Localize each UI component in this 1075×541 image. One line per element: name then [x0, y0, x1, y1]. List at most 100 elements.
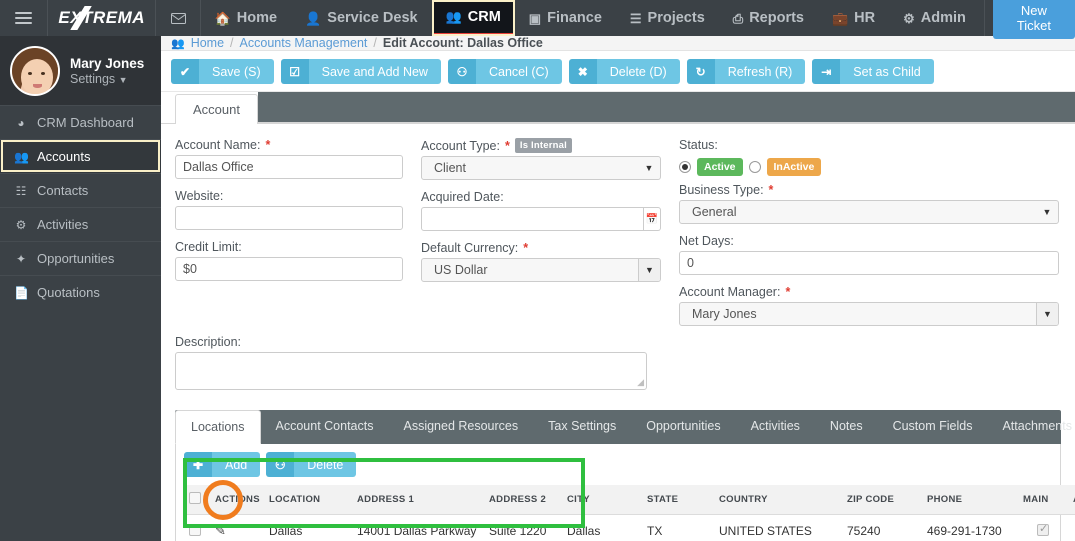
nav-item-admin[interactable]: ⚙ Admin — [889, 0, 980, 36]
headset-icon: 👤 — [305, 10, 322, 26]
nav-item-service-desk[interactable]: 👤 Service Desk — [291, 0, 431, 36]
tab-tax-settings[interactable]: Tax Settings — [533, 410, 631, 444]
sidebar-item-crm-dashboard[interactable]: ◕ CRM Dashboard — [0, 105, 161, 139]
users-icon: 👥 — [171, 37, 185, 50]
hamburger-menu-icon[interactable] — [0, 0, 48, 36]
business-type-label: Business Type: * — [679, 183, 1059, 197]
sidebar-item-opportunities[interactable]: ✦ Opportunities — [0, 241, 161, 275]
net-days-input[interactable]: 0 — [679, 251, 1059, 275]
status-label: Status: — [679, 138, 718, 152]
cancel-button[interactable]: ⚇ Cancel (C) — [447, 59, 562, 84]
default-currency-label: Default Currency: * — [421, 241, 661, 255]
breadcrumb: 👥 Home / Accounts Management / Edit Acco… — [161, 36, 1075, 51]
tab-opportunities[interactable]: Opportunities — [631, 410, 735, 444]
add-location-button[interactable]: ✚ Add — [184, 452, 261, 477]
resize-grip-icon[interactable]: ◢ — [637, 377, 644, 388]
envelope-icon[interactable] — [156, 0, 201, 36]
account-manager-select[interactable]: Mary Jones ▼ — [679, 302, 1059, 326]
breadcrumb-separator: / — [230, 36, 234, 50]
locations-panel: ✚ Add ⚇ Delete ACTIONS LOCATION ADDRESS … — [175, 444, 1075, 541]
save-and-add-new-button[interactable]: ☑ Save and Add New — [280, 59, 441, 84]
tab-assigned-resources[interactable]: Assigned Resources — [388, 410, 533, 444]
arrow-in-box-icon: ⇥ — [812, 59, 841, 84]
acquired-date-input[interactable] — [421, 207, 645, 231]
nav-item-projects[interactable]: ☰ Projects — [616, 0, 719, 36]
main-checkbox[interactable] — [1037, 522, 1049, 536]
calendar-icon[interactable]: 📅 — [644, 207, 661, 231]
tab-custom-fields[interactable]: Custom Fields — [878, 410, 988, 444]
locations-table: ACTIONS LOCATION ADDRESS 1 ADDRESS 2 CIT… — [184, 485, 1075, 541]
sidebar-item-crm-dashboard-label: CRM Dashboard — [37, 115, 134, 130]
tab-account-contacts[interactable]: Account Contacts — [261, 410, 389, 444]
is-internal-badge: Is Internal — [514, 138, 572, 153]
default-currency-select[interactable]: US Dollar ▼ — [421, 258, 661, 282]
delete-button-label: Delete (D) — [596, 59, 680, 84]
sidebar-item-accounts[interactable]: 👥 Accounts — [0, 139, 161, 173]
status-active-radio[interactable] — [679, 161, 691, 173]
column-main: MAIN — [1018, 485, 1068, 515]
column-country: COUNTRY — [714, 485, 842, 515]
required-marker: * — [523, 241, 529, 255]
cell-state: TX — [642, 514, 714, 541]
column-city: CITY — [562, 485, 642, 515]
select-all-checkbox[interactable] — [189, 492, 201, 504]
breadcrumb-home-link[interactable]: Home — [191, 36, 224, 50]
briefcase-icon: 💼 — [831, 10, 849, 26]
delete-button[interactable]: ✖ Delete (D) — [568, 59, 680, 84]
form-column-left: Account Name: * Dallas Office Website: Cr… — [175, 138, 403, 326]
sidebar-item-activities[interactable]: ⚙ Activities — [0, 207, 161, 241]
nav-item-hr[interactable]: 💼 HR — [818, 0, 889, 36]
description-label: Description: — [175, 335, 241, 349]
account-type-value: Client — [434, 161, 466, 175]
account-name-input[interactable]: Dallas Office — [175, 155, 403, 179]
sidebar-item-activities-label: Activities — [37, 217, 89, 232]
avatar — [10, 45, 60, 96]
nav-item-crm[interactable]: 👥 CRM — [431, 0, 515, 36]
main-content: 👥 Home / Accounts Management / Edit Acco… — [161, 36, 1075, 541]
body-container: Mary Jones Settings ▼ ◕ CRM Dashboard 👥 … — [0, 36, 1075, 541]
account-type-select[interactable]: Client ▼ — [421, 156, 661, 180]
tab-attachments[interactable]: Attachments 0 — [987, 410, 1075, 444]
nav-item-home[interactable]: 🏠 Home — [201, 0, 291, 36]
business-type-select[interactable]: General ▼ — [679, 200, 1059, 224]
activities-icon: ⚙ — [15, 217, 27, 232]
dashboard-icon: ◕ — [17, 115, 25, 130]
delete-location-button-label: Delete — [294, 452, 357, 477]
required-marker: * — [768, 183, 774, 197]
table-row[interactable]: ✎ Dallas 14001 Dallas Parkway Suite 1220… — [184, 514, 1075, 541]
tab-activities[interactable]: Activities — [736, 410, 815, 444]
row-select-checkbox[interactable] — [189, 523, 201, 536]
tab-account[interactable]: Account — [175, 94, 258, 124]
chevron-down-icon: ▼ — [644, 163, 654, 173]
settings-link[interactable]: Settings ▼ — [70, 72, 144, 86]
user-profile-block[interactable]: Mary Jones Settings ▼ — [0, 36, 161, 105]
set-as-child-button[interactable]: ⇥ Set as Child — [812, 59, 934, 84]
status-radio-group: Active InActive — [679, 155, 1059, 179]
nav-item-reports[interactable]: ⎙ Reports — [719, 0, 818, 36]
edit-pencil-icon[interactable]: ✎ — [215, 523, 226, 538]
website-input[interactable] — [175, 206, 403, 230]
brand-logo: EXTREMA — [48, 0, 157, 36]
save-button[interactable]: ✔ Save (S) — [171, 59, 274, 84]
row-actions-cell: ✎ — [210, 514, 264, 541]
nav-item-finance[interactable]: ▣ Finance — [515, 0, 616, 36]
new-ticket-button[interactable]: New Ticket — [992, 0, 1075, 39]
sidebar-item-quotations[interactable]: 📄 Quotations — [0, 275, 161, 309]
delete-location-button[interactable]: ⚇ Delete — [266, 452, 357, 477]
description-textarea[interactable]: ◢ — [175, 352, 647, 390]
tab-notes[interactable]: Notes — [815, 410, 878, 444]
chevron-down-icon: ▼ — [1036, 303, 1058, 325]
status-active-badge[interactable]: Active — [697, 158, 743, 176]
chevron-down-icon: ▼ — [118, 75, 128, 86]
acquired-date-label: Acquired Date: — [421, 190, 504, 204]
tab-locations[interactable]: Locations — [175, 410, 261, 444]
status-inactive-radio[interactable] — [748, 161, 761, 173]
save-box-icon: ☑ — [280, 59, 309, 84]
nav-item-projects-label: Projects — [647, 10, 705, 26]
refresh-button[interactable]: ↻ Refresh (R) — [686, 59, 806, 84]
credit-limit-input[interactable]: $0 — [175, 257, 403, 281]
sidebar-item-contacts[interactable]: ☷ Contacts — [0, 173, 161, 207]
status-inactive-badge[interactable]: InActive — [766, 158, 822, 176]
breadcrumb-accounts-management-link[interactable]: Accounts Management — [240, 36, 368, 50]
new-ticket-container: New Ticket — [983, 0, 1075, 39]
